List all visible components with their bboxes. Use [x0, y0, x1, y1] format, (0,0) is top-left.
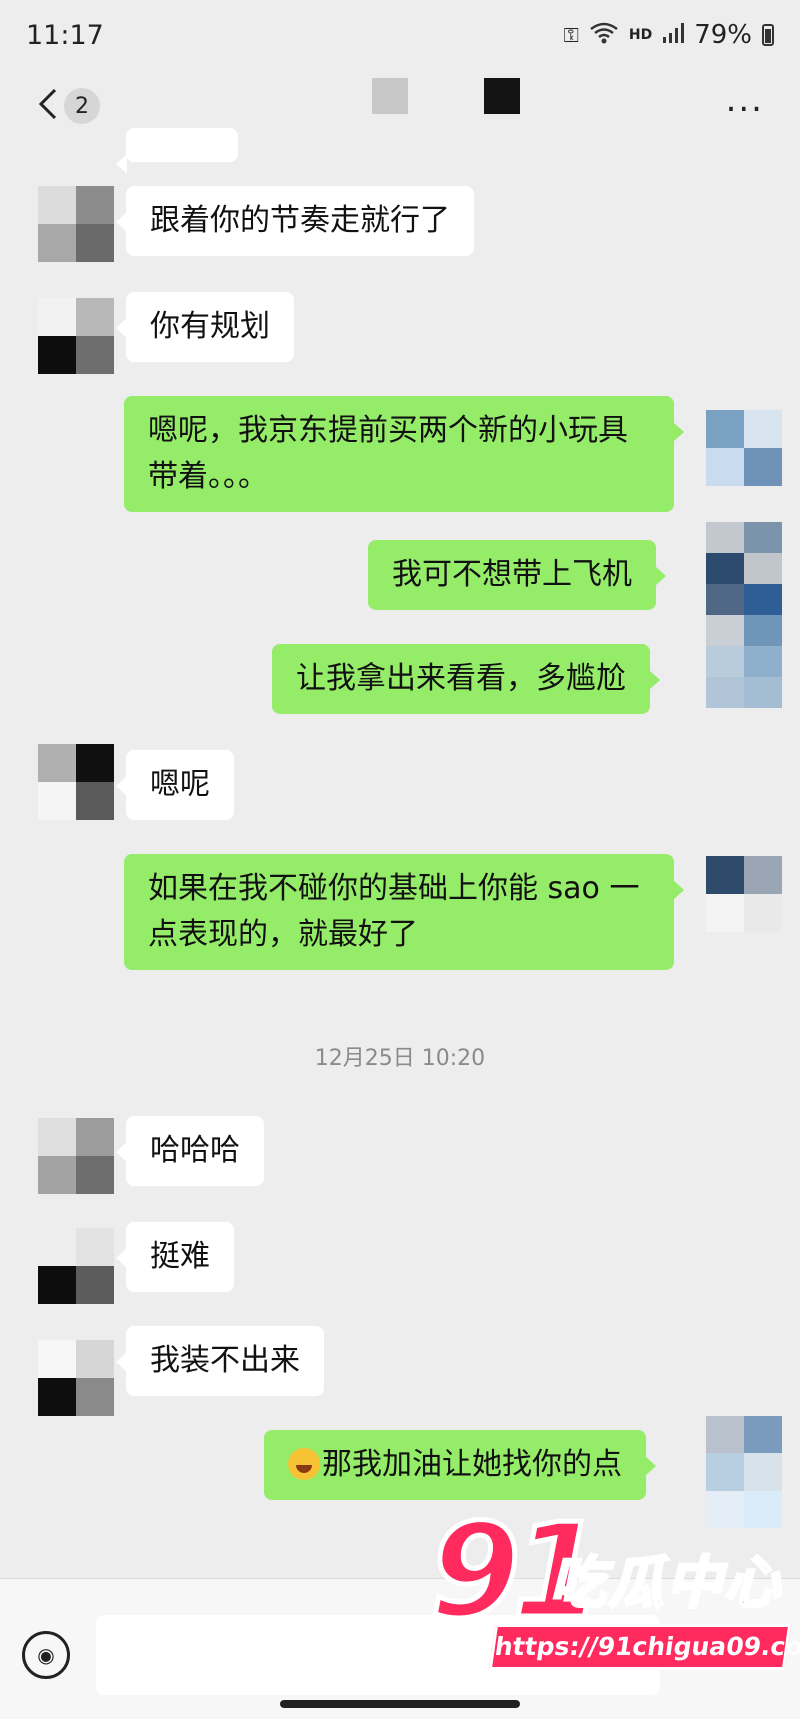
chat-header: 2 ... [0, 70, 800, 140]
chat-title-redacted [484, 78, 520, 114]
message-bubble[interactable]: 嗯呢，我京东提前买两个新的小玩具带着。。。 [124, 396, 684, 512]
avatar[interactable] [38, 298, 114, 374]
watermark-name: 吃瓜中心 [549, 1550, 782, 1618]
site-watermark-logo: 91 吃瓜中心 https://91chigua09.com [428, 1504, 800, 1696]
status-time: 11:17 [26, 19, 104, 51]
avatar[interactable] [38, 1340, 114, 1416]
voice-input-button[interactable]: ◉ [22, 1631, 70, 1679]
message-bubble[interactable]: 哈哈哈 [116, 1116, 264, 1186]
chat-timestamp: 12月25日 10:20 [314, 1046, 486, 1071]
unread-count-badge[interactable]: 2 [64, 88, 100, 124]
chat-title-redacted [372, 78, 408, 114]
wifi-icon [589, 21, 619, 50]
message-bubble[interactable]: 嗯呢 [116, 750, 234, 820]
message-text: 挺难 [150, 1239, 210, 1274]
message-bubble[interactable]: 挺难 [116, 1222, 234, 1292]
back-button[interactable] [28, 82, 68, 126]
status-icons: ⚿ HD 79% [564, 20, 774, 50]
home-indicator[interactable] [280, 1700, 520, 1708]
more-options-button[interactable]: ... [726, 83, 764, 117]
status-bar: 11:17 ⚿ HD 79% [0, 0, 800, 70]
message-text: 那我加油让她找你的点 [322, 1447, 622, 1482]
message-text: 我装不出来 [150, 1343, 300, 1378]
cell-signal-icon [662, 22, 685, 49]
message-bubble[interactable]: 你有规划 [116, 292, 294, 362]
avatar[interactable] [706, 856, 782, 932]
chevron-left-icon [38, 88, 57, 120]
message-text: 跟着你的节奏走就行了 [150, 203, 450, 238]
avatar[interactable] [38, 744, 114, 820]
key-icon: ⚿ [563, 23, 579, 47]
message-bubble[interactable]: 我装不出来 [116, 1326, 324, 1396]
avatar[interactable] [38, 1228, 114, 1304]
message-text: 嗯呢 [150, 767, 210, 802]
message-bubble[interactable]: 那我加油让她找你的点 [264, 1430, 656, 1500]
message-text: 如果在我不碰你的基础上你能 sao 一点表现的，就最好了 [148, 871, 640, 952]
avatar[interactable] [706, 522, 782, 708]
message-text: 让我拿出来看看，多尴尬 [296, 661, 626, 696]
message-text: 你有规划 [150, 309, 270, 344]
battery-percent: 79% [694, 20, 752, 50]
voice-icon: ◉ [37, 1643, 55, 1667]
avatar[interactable] [38, 1118, 114, 1194]
message-text: 嗯呢，我京东提前买两个新的小玩具带着。。。 [148, 413, 628, 494]
hd-label: HD [628, 27, 653, 43]
message-text: 我可不想带上飞机 [392, 557, 632, 592]
battery-icon [762, 24, 774, 46]
laugh-cry-emoji-icon [288, 1448, 320, 1480]
avatar[interactable] [706, 410, 782, 486]
message-bubble[interactable]: 让我拿出来看看，多尴尬 [272, 644, 660, 714]
message-bubble-partial[interactable] [116, 128, 238, 174]
message-bubble[interactable]: 如果在我不碰你的基础上你能 sao 一点表现的，就最好了 [124, 854, 684, 970]
avatar[interactable] [38, 186, 114, 262]
message-text: 哈哈哈 [150, 1133, 240, 1168]
message-bubble[interactable]: 跟着你的节奏走就行了 [116, 186, 474, 256]
message-bubble[interactable]: 我可不想带上飞机 [368, 540, 666, 610]
watermark-url: https://91chigua09.com [488, 1624, 800, 1670]
